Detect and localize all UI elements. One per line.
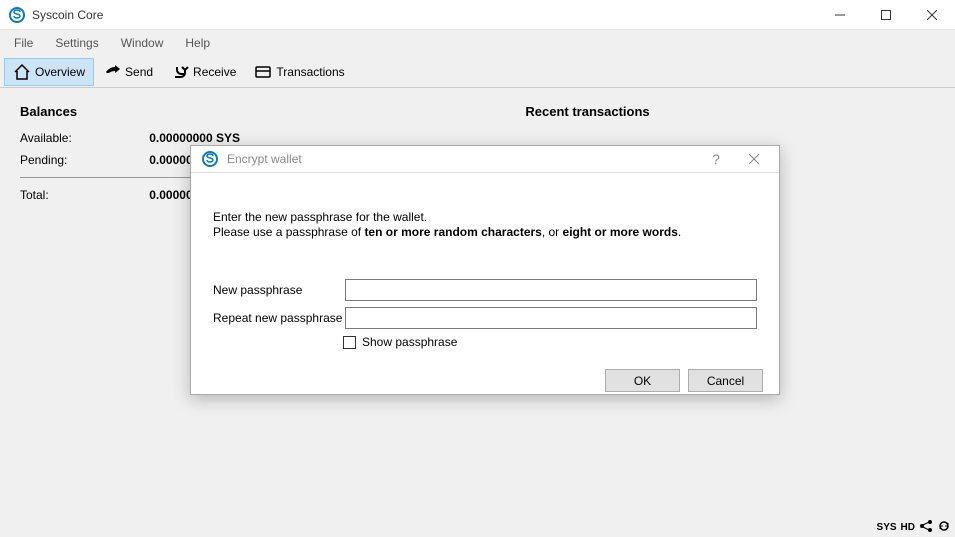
menu-window[interactable]: Window — [111, 33, 174, 53]
status-hd: HD — [901, 522, 915, 533]
window-titlebar: Syscoin Core — [0, 0, 955, 30]
tab-overview[interactable]: Overview — [4, 58, 94, 86]
repeat-passphrase-row: Repeat new passphrase — [213, 307, 757, 329]
balance-value: 0.00000000 SYS — [149, 131, 240, 145]
toolbar: Overview Send Receive Transactions — [0, 56, 955, 88]
status-bar: SYS HD — [0, 517, 955, 537]
app-icon — [8, 6, 26, 24]
tab-label: Receive — [193, 65, 236, 79]
balance-label: Available: — [20, 131, 72, 145]
new-passphrase-input[interactable] — [345, 279, 757, 301]
tab-label: Overview — [35, 65, 85, 79]
show-passphrase-checkbox[interactable] — [343, 336, 356, 349]
dialog-close-button[interactable] — [739, 146, 769, 172]
recent-heading: Recent transactions — [240, 104, 935, 119]
form-area: New passphrase Repeat new passphrase Sho… — [213, 279, 757, 349]
maximize-button[interactable] — [863, 0, 909, 30]
close-button[interactable] — [909, 0, 955, 30]
dialog-body: Enter the new passphrase for the wallet.… — [191, 173, 779, 359]
tab-label: Send — [125, 65, 153, 79]
dialog-buttons: OK Cancel — [191, 359, 779, 406]
window-controls — [817, 0, 955, 30]
new-passphrase-label: New passphrase — [213, 283, 345, 297]
minimize-button[interactable] — [817, 0, 863, 30]
status-currency: SYS — [877, 522, 897, 533]
balances-heading: Balances — [20, 104, 240, 119]
sync-icon — [937, 519, 951, 536]
dialog-help-button[interactable]: ? — [701, 146, 731, 172]
dialog-title: Encrypt wallet — [227, 152, 693, 166]
app-icon — [201, 150, 219, 168]
cancel-button[interactable]: Cancel — [688, 369, 763, 392]
home-icon — [13, 63, 31, 81]
new-passphrase-row: New passphrase — [213, 279, 757, 301]
instruction-2: Please use a passphrase of ten or more r… — [213, 225, 757, 239]
balance-label: Pending: — [20, 153, 67, 167]
send-icon — [103, 63, 121, 81]
balance-label: Total: — [20, 188, 49, 202]
instruction-1: Enter the new passphrase for the wallet. — [213, 210, 757, 224]
show-passphrase-row: Show passphrase — [343, 335, 757, 349]
repeat-passphrase-input[interactable] — [345, 307, 757, 329]
window-title: Syscoin Core — [32, 8, 103, 22]
menu-help[interactable]: Help — [175, 33, 220, 53]
transactions-icon — [254, 63, 272, 81]
network-icon — [919, 519, 933, 536]
dialog-titlebar: Encrypt wallet ? — [191, 146, 779, 173]
repeat-passphrase-label: Repeat new passphrase — [213, 311, 345, 325]
tab-transactions[interactable]: Transactions — [245, 58, 353, 86]
ok-button[interactable]: OK — [605, 369, 680, 392]
tab-receive[interactable]: Receive — [162, 58, 245, 86]
tab-send[interactable]: Send — [94, 58, 162, 86]
menu-bar: File Settings Window Help — [0, 30, 955, 56]
show-passphrase-label: Show passphrase — [362, 335, 457, 349]
encrypt-wallet-dialog: Encrypt wallet ? Enter the new passphras… — [190, 145, 780, 395]
titlebar-left: Syscoin Core — [0, 6, 103, 24]
menu-settings[interactable]: Settings — [45, 33, 108, 53]
tab-label: Transactions — [276, 65, 344, 79]
menu-file[interactable]: File — [4, 33, 43, 53]
receive-icon — [171, 63, 189, 81]
